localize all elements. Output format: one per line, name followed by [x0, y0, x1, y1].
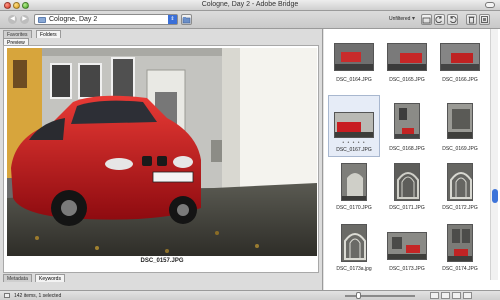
thumbnail-image — [447, 163, 473, 201]
preview-photo — [7, 48, 317, 256]
thumbnail-item[interactable]: DSC_0173a.jpg — [328, 222, 380, 284]
tab-metadata[interactable]: Metadata — [3, 274, 32, 282]
back-arrow-icon[interactable]: ◀ — [8, 15, 17, 24]
chevron-down-icon[interactable]: ▾ — [412, 15, 415, 22]
app-window: Cologne, Day 2 - Adobe Bridge ◀ ▶ Cologn… — [0, 0, 500, 300]
thumbnail-image — [394, 103, 420, 139]
folder-plus-icon — [422, 17, 431, 24]
thumbnail-image — [334, 43, 374, 71]
content-panel: DSC_0164.JPG DSC_0165.JPG DSC_0166.JPG •… — [324, 29, 500, 290]
view-filmstrip-button[interactable] — [441, 292, 450, 299]
location-value: Cologne, Day 2 — [49, 16, 98, 23]
compact-mode-button[interactable] — [479, 14, 490, 25]
panel-toggle-icon[interactable] — [4, 293, 10, 298]
left-panel: Favorites Folders Preview DSC_0157.JPG M… — [0, 29, 323, 290]
thumbnail-label: DSC_0171.JPG — [389, 205, 425, 211]
thumbnail-label: DSC_0170.JPG — [336, 205, 372, 211]
thumbnail-image — [440, 43, 480, 71]
thumbnail-item[interactable]: DSC_0164.JPG — [328, 33, 380, 95]
rotate-right-button[interactable] — [447, 14, 458, 25]
title-bar: Cologne, Day 2 - Adobe Bridge — [0, 0, 500, 11]
thumbnail-item[interactable]: DSC_0172.JPG — [434, 159, 486, 221]
rating-dots[interactable]: • • • • • — [329, 140, 379, 146]
thumbnail-label: DSC_0174.JPG — [442, 266, 478, 272]
forward-arrow-icon[interactable]: ▶ — [20, 15, 29, 24]
status-bar: 142 items, 1 selected — [0, 290, 500, 300]
view-details-button[interactable] — [452, 292, 461, 299]
thumbnail-item[interactable]: DSC_0171.JPG — [381, 159, 433, 221]
thumbnail-label: DSC_0167.JPG — [336, 147, 372, 153]
new-folder-toolbar-button[interactable] — [421, 14, 432, 25]
new-folder-button[interactable] — [181, 14, 192, 25]
filter-menu-label[interactable]: Unfiltered — [389, 16, 410, 22]
delete-button[interactable] — [466, 14, 477, 25]
preview-image — [7, 48, 317, 256]
thumbnail-label: DSC_0165.JPG — [389, 77, 425, 83]
thumbnail-item[interactable]: DSC_0168.JPG — [381, 95, 433, 157]
status-text: 142 items, 1 selected — [14, 293, 62, 299]
location-popup[interactable]: Cologne, Day 2 ⇕ — [34, 14, 178, 25]
thumbnail-label: DSC_0168.JPG — [389, 146, 425, 152]
location-popup-arrows-icon[interactable]: ⇕ — [168, 15, 177, 24]
rotate-left-icon — [435, 16, 442, 23]
thumbnail-item[interactable]: DSC_0170.JPG — [328, 159, 380, 221]
thumbnail-item-selected[interactable]: • • • • • DSC_0167.JPG — [328, 95, 380, 157]
toolbar: ◀ ▶ Cologne, Day 2 ⇕ Unfiltered ▾ — [0, 11, 500, 29]
thumbnail-item[interactable]: DSC_0173.JPG — [381, 222, 433, 284]
thumbnail-item[interactable]: DSC_0166.JPG — [434, 33, 486, 95]
preview-caption: DSC_0157.JPG — [140, 258, 184, 264]
preview-panel: DSC_0157.JPG — [3, 45, 319, 273]
open-in-icon — [481, 16, 488, 23]
thumbnail-label: DSC_0169.JPG — [442, 146, 478, 152]
tab-keywords[interactable]: Keywords — [35, 274, 65, 282]
window-title: Cologne, Day 2 - Adobe Bridge — [201, 1, 299, 8]
thumbnail-label: DSC_0172.JPG — [442, 205, 478, 211]
thumbnail-size-slider-knob[interactable] — [356, 292, 361, 299]
thumbnail-image — [341, 163, 367, 201]
new-folder-icon — [182, 17, 191, 24]
thumbnail-image — [447, 224, 473, 262]
bottom-panel-tabs: Metadata Keywords — [0, 273, 323, 282]
thumbnail-item[interactable]: DSC_0174.JPG — [434, 222, 486, 284]
thumbnail-item[interactable]: DSC_0169.JPG — [434, 95, 486, 157]
thumbnail-label: DSC_0164.JPG — [336, 77, 372, 83]
thumbnail-item[interactable]: DSC_0165.JPG — [381, 33, 433, 95]
thumbnail-image — [447, 103, 473, 139]
thumbnail-image — [334, 112, 374, 138]
scrollbar-thumb[interactable] — [492, 189, 498, 203]
folder-icon — [38, 17, 46, 23]
thumbnail-image — [341, 224, 367, 262]
thumbnail-image — [387, 232, 427, 260]
trash-icon — [468, 16, 475, 24]
thumbnail-label: DSC_0173.JPG — [389, 266, 425, 272]
vertical-scrollbar[interactable] — [490, 29, 498, 280]
thumbnail-label: DSC_0166.JPG — [442, 77, 478, 83]
thumbnail-label: DSC_0173a.jpg — [336, 266, 372, 272]
view-thumbnails-button[interactable] — [430, 292, 439, 299]
rotate-right-icon — [450, 16, 457, 23]
thumbnail-grid: DSC_0164.JPG DSC_0165.JPG DSC_0166.JPG •… — [328, 33, 486, 285]
thumbnail-image — [387, 43, 427, 71]
thumbnail-image — [394, 163, 420, 201]
rotate-left-button[interactable] — [434, 14, 445, 25]
view-versions-button[interactable] — [463, 292, 472, 299]
toolbar-toggle-button[interactable] — [485, 2, 495, 8]
